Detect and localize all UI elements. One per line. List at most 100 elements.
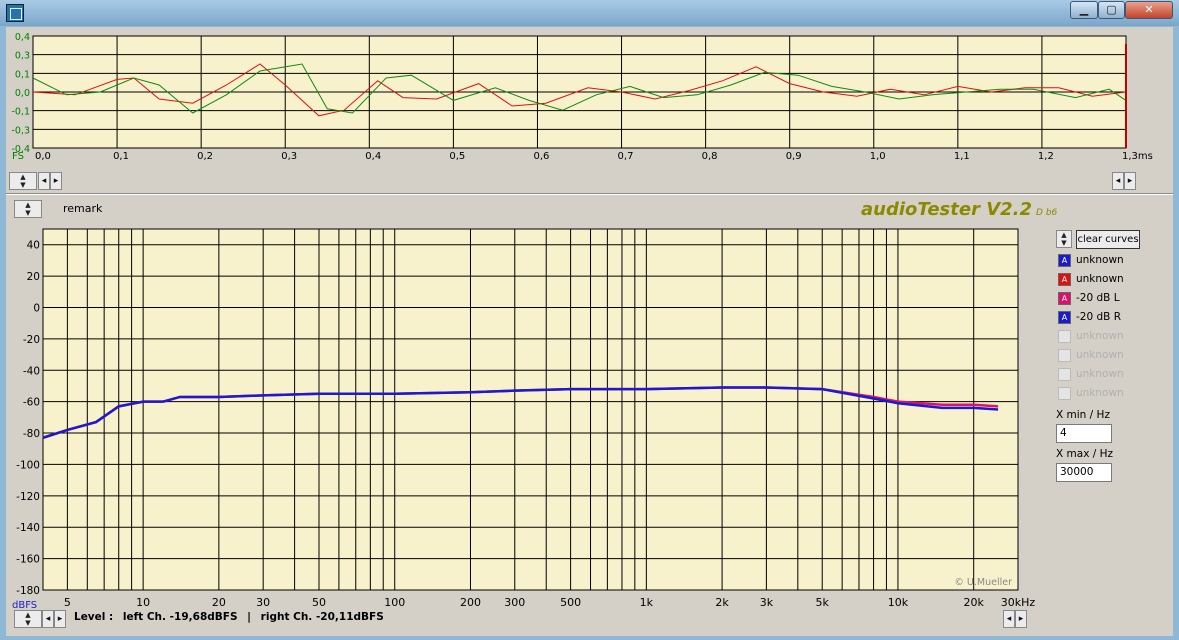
- legend-label: unknown: [1076, 368, 1124, 380]
- legend-color-swatch[interactable]: A: [1058, 272, 1071, 286]
- legend-item[interactable]: A -20 dB L: [1058, 290, 1120, 306]
- freq-x-tick-label: 5k: [816, 596, 830, 609]
- close-button[interactable]: ✕: [1125, 1, 1173, 19]
- level-readout: Level : left Ch. -19,68dBFS | right Ch. …: [74, 611, 390, 623]
- legend-item[interactable]: A -20 dB R: [1058, 309, 1121, 325]
- legend-item[interactable]: unknown: [1058, 366, 1124, 382]
- wave-x-tick-label: 0,5: [449, 151, 465, 162]
- wave-x-tick-label: 0,9: [786, 151, 802, 162]
- legend-item[interactable]: Aunknown: [1058, 252, 1124, 268]
- freq-x-tick-label: 100: [384, 596, 405, 609]
- remark-label: remark: [63, 202, 103, 215]
- xmin-input[interactable]: 4: [1056, 424, 1112, 443]
- legend-color-swatch[interactable]: [1058, 367, 1071, 381]
- wave-time-left-button[interactable]: ◂: [1112, 172, 1124, 190]
- wave-y-tick-label: 0,3: [15, 51, 30, 62]
- freq-x-tick-label: 20: [212, 596, 226, 609]
- wave-x-tick-label: 0,1: [113, 151, 129, 162]
- legend-label: unknown: [1076, 254, 1124, 266]
- wave-x-tick-label: 0,8: [702, 151, 718, 162]
- freq-y-tick-label: 40: [27, 240, 40, 252]
- level-label: Level :: [74, 611, 114, 623]
- freq-y-tick-label: -20: [23, 334, 40, 346]
- freq-scroll-left-button[interactable]: ◂: [42, 610, 54, 628]
- legend-label: -20 dB L: [1076, 292, 1120, 304]
- legend-item[interactable]: unknown: [1058, 385, 1124, 401]
- freq-range-right-button[interactable]: ▸: [1015, 610, 1027, 628]
- panel-divider: [6, 193, 1173, 195]
- freq-scroll-right-button[interactable]: ▸: [54, 610, 66, 628]
- freq-y-tick-label: -100: [16, 459, 40, 471]
- freq-x-tick-label: 500: [560, 596, 581, 609]
- wave-scroll-left-button[interactable]: ◂: [38, 172, 50, 190]
- freq-x-tick-label: 10k: [888, 596, 909, 609]
- wave-y-tick-label: -0,1: [11, 107, 30, 118]
- wave-x-tick-label: 0,6: [533, 151, 549, 162]
- wave-y-tick-label: 0,0: [15, 88, 30, 99]
- waveform-chart: 0,0 0,1 0,2 0,3 0,4 0,5 0,6 0,7 0,8 0,9 1,0 1,1 1,2 1…: [11, 32, 1152, 162]
- freq-y-tick-label: -160: [16, 554, 40, 566]
- freq-y-tick-label: -60: [23, 397, 40, 409]
- title-bar: ▁ ▢ ✕: [0, 0, 1179, 26]
- wave-x-tick-label: 1,0: [870, 151, 886, 162]
- freq-x-tick-label: 30: [256, 596, 270, 609]
- freq-y-tick-label: 0: [33, 302, 40, 314]
- minimize-button[interactable]: ▁: [1070, 1, 1098, 19]
- freq-x-tick-label: 50: [312, 596, 326, 609]
- wave-scale-spinner[interactable]: ▲ ▼: [9, 172, 37, 190]
- freq-y-tick-label: -140: [16, 522, 40, 534]
- freq-plot-area: [42, 228, 1019, 591]
- wave-y-unit: FS: [12, 151, 24, 162]
- legend-item[interactable]: Aunknown: [1058, 271, 1124, 287]
- freq-y-tick-label: -80: [23, 428, 40, 440]
- legend-color-swatch[interactable]: [1058, 348, 1071, 362]
- frequency-chart: 5 10 20 30 50 100 200 300 500 1k 2k 3k 5k 10k 20k 30kHz…: [12, 228, 1036, 611]
- legend-label: unknown: [1076, 273, 1124, 285]
- wave-x-tick-label: 0,0: [35, 151, 51, 162]
- freq-x-tick-label: 2k: [715, 596, 729, 609]
- app-icon[interactable]: [6, 4, 24, 22]
- legend-label: unknown: [1076, 387, 1124, 399]
- freq-x-tick-label: 1k: [640, 596, 654, 609]
- wave-y-tick-label: -0,3: [11, 125, 30, 136]
- freq-x-tick-label: 200: [460, 596, 481, 609]
- level-left: left Ch. -19,68dBFS: [122, 611, 238, 623]
- xmin-label: X min / Hz: [1056, 409, 1110, 421]
- freq-x-tick-label: 10: [136, 596, 150, 609]
- level-right: right Ch. -20,11dBFS: [260, 611, 384, 623]
- xmax-input[interactable]: 30000: [1056, 463, 1112, 482]
- freq-x-tick-label: 3k: [760, 596, 774, 609]
- wave-x-tick-label: 0,4: [365, 151, 381, 162]
- freq-y-tick-label: -180: [16, 585, 40, 597]
- legend-color-swatch[interactable]: [1058, 386, 1071, 400]
- wave-x-tick-label: 0,7: [618, 151, 634, 162]
- wave-x-tick-label: 1,1: [954, 151, 970, 162]
- wave-time-right-button[interactable]: ▸: [1124, 172, 1136, 190]
- freq-scale-spinner[interactable]: ▲ ▼: [14, 610, 42, 628]
- maximize-button[interactable]: ▢: [1098, 1, 1125, 19]
- wave-y-tick-label: 0,1: [15, 69, 30, 80]
- legend-color-swatch[interactable]: A: [1058, 291, 1071, 305]
- legend-color-swatch[interactable]: A: [1058, 310, 1071, 324]
- wave-scroll-right-button[interactable]: ▸: [50, 172, 62, 190]
- freq-credit: © U.Mueller: [954, 577, 1012, 588]
- legend-label: -20 dB R: [1076, 311, 1121, 323]
- legend-color-swatch[interactable]: [1058, 329, 1071, 343]
- legend-label: unknown: [1076, 349, 1124, 361]
- freq-range-left-button[interactable]: ◂: [1003, 610, 1015, 628]
- freq-x-tick-label: 30kHz: [1001, 596, 1036, 609]
- freq-x-tick-label: 5: [64, 596, 71, 609]
- freq-x-tick-label: 20k: [964, 596, 985, 609]
- legend-label: unknown: [1076, 330, 1124, 342]
- legend-color-swatch[interactable]: A: [1058, 253, 1071, 267]
- legend-item[interactable]: unknown: [1058, 347, 1124, 363]
- freq-x-tick-label: 300: [504, 596, 525, 609]
- legend-item[interactable]: unknown: [1058, 328, 1124, 344]
- clear-curves-button[interactable]: clear curves: [1076, 230, 1140, 249]
- wave-y-tick-label: 0,4: [15, 32, 30, 43]
- freq-y-tick-label: -120: [16, 491, 40, 503]
- curve-select-spinner[interactable]: ▲ ▼: [1056, 230, 1072, 248]
- remark-spinner[interactable]: ▲ ▼: [14, 200, 42, 218]
- wave-x-tick-label: 1,2: [1038, 151, 1054, 162]
- client-area: 0,0 0,1 0,2 0,3 0,4 0,5 0,6 0,7 0,8 0,9 1,0 1,1 1,2 1…: [6, 27, 1173, 636]
